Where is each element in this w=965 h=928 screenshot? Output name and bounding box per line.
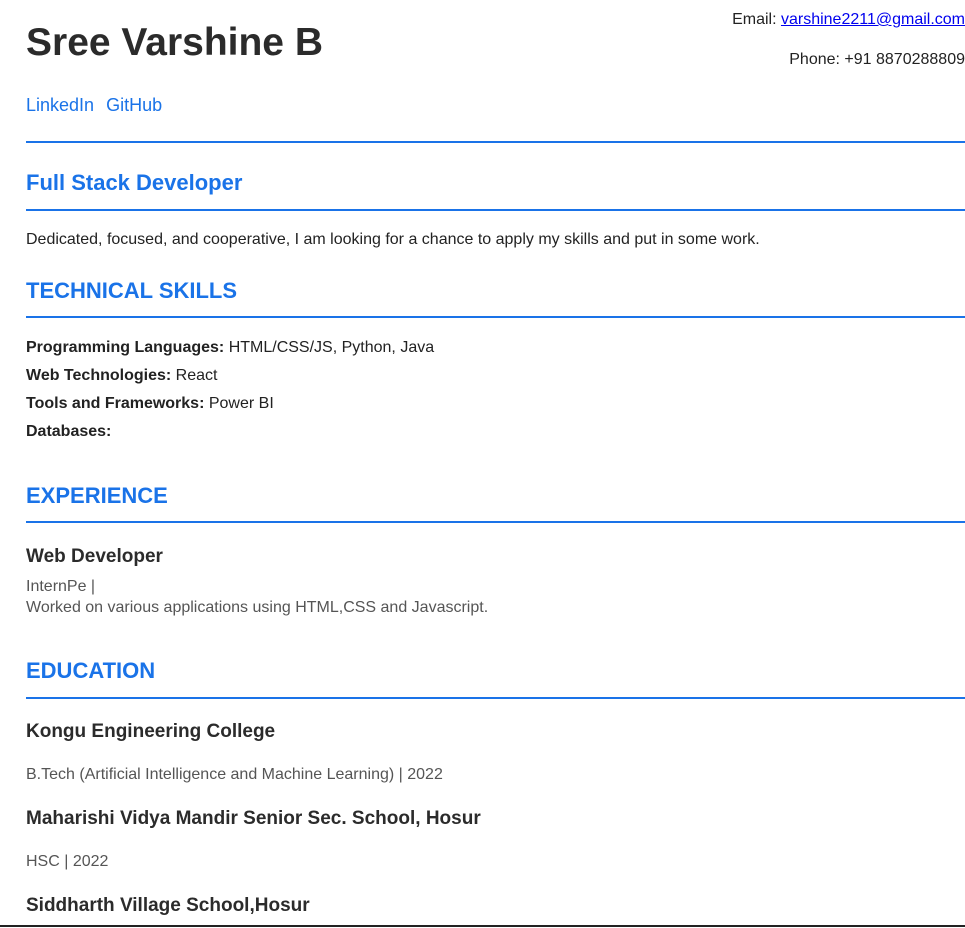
github-link[interactable]: GitHub [106,95,162,115]
skill-label: Programming Languages: [26,339,225,356]
skill-value: React [175,367,218,384]
page-bottom-border [0,925,965,927]
skill-label: Web Technologies: [26,367,172,384]
email-row: Email: varshine2211@gmail.com [732,10,965,30]
skill-row: Web Technologies: React [26,366,217,386]
contact-info: Email: varshine2211@gmail.com Phone: +91… [732,10,965,70]
school-name: Maharishi Vidya Mandir Senior Sec. Schoo… [26,808,481,829]
phone-label: Phone: [789,51,840,68]
experience-heading: EXPERIENCE [26,483,168,508]
divider [26,697,965,699]
school-name: Siddharth Village School,Hosur [26,895,310,916]
phone-number: +91 8870288809 [844,51,965,68]
job-company: InternPe | [26,578,96,595]
candidate-name: Sree Varshine B [26,21,323,64]
divider [26,141,965,143]
skill-label: Databases: [26,423,112,440]
linkedin-link[interactable]: LinkedIn [26,95,94,115]
role-title: Full Stack Developer [26,170,243,195]
profile-links: LinkedIn GitHub [26,94,174,116]
divider [26,316,965,318]
phone-row: Phone: +91 8870288809 [732,50,965,70]
skill-row: Programming Languages: HTML/CSS/JS, Pyth… [26,338,434,358]
skill-row: Tools and Frameworks: Power BI [26,394,274,414]
skill-label: Tools and Frameworks: [26,395,205,412]
email-label: Email: [732,11,777,28]
skill-value: HTML/CSS/JS, Python, Java [228,339,435,356]
school-detail: B.Tech (Artificial Intelligence and Mach… [26,766,443,783]
summary-text: Dedicated, focused, and cooperative, I a… [26,231,760,248]
school-detail: HSC | 2022 [26,853,109,870]
email-link[interactable]: varshine2211@gmail.com [781,11,965,28]
education-heading: EDUCATION [26,658,156,683]
divider [26,209,965,211]
skills-heading: TECHNICAL SKILLS [26,278,238,303]
skill-row: Databases: [26,422,111,442]
resume-page: Sree Varshine B Email: varshine2211@gmai… [26,0,965,928]
school-name: Kongu Engineering College [26,721,276,742]
job-description: Worked on various applications using HTM… [26,599,489,616]
divider [26,521,965,523]
job-title: Web Developer [26,546,163,567]
skill-value: Power BI [208,395,274,412]
